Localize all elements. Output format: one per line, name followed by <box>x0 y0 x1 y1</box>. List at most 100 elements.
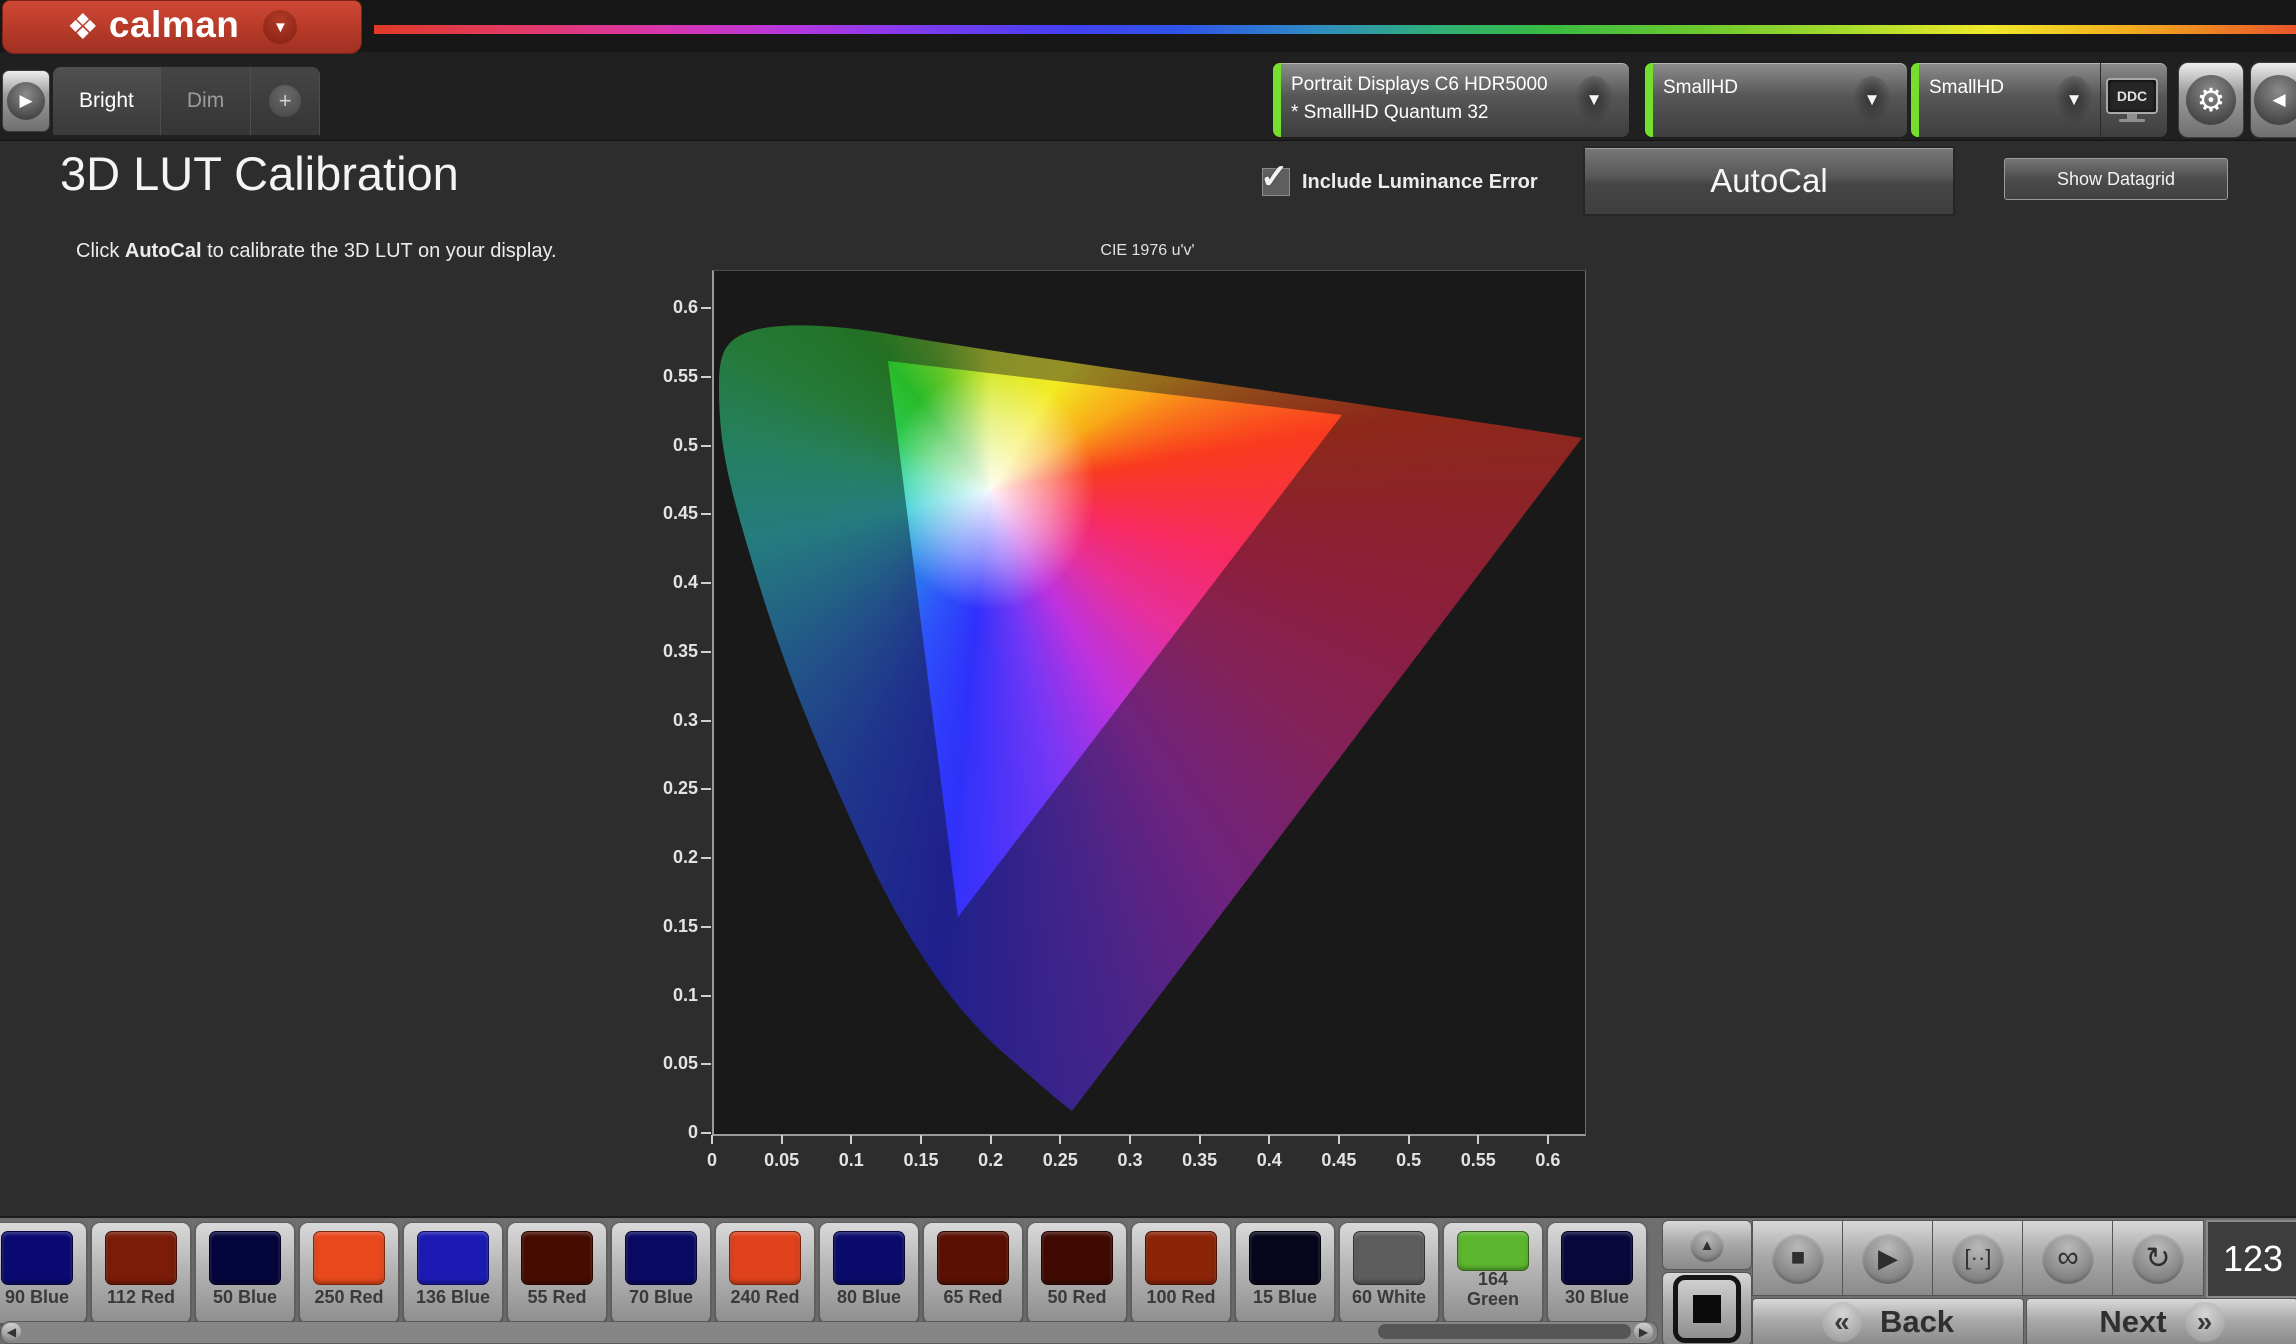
tab-add[interactable]: + <box>251 67 320 135</box>
rainbow-gradient-bar <box>374 25 2296 34</box>
y-axis-label: 0.45 <box>628 503 698 524</box>
x-axis-label: 0.15 <box>886 1150 956 1171</box>
y-axis-label: 0.2 <box>628 847 698 868</box>
swatch-scrollbar[interactable]: ◀ ▶ <box>0 1321 1658 1344</box>
play-button[interactable]: ▶ <box>1842 1220 1934 1296</box>
meter-dropdown-3[interactable]: SmallHD▼DDC <box>1910 62 2168 138</box>
x-axis-tick <box>1129 1135 1131 1144</box>
refresh-button[interactable]: ↻ <box>2112 1220 2204 1296</box>
pattern-swatch[interactable]: 250 Red <box>299 1222 399 1324</box>
chevron-left-icon: ◀ <box>2254 75 2296 125</box>
meter-line1: Portrait Displays C6 HDR5000 <box>1291 71 1569 99</box>
y-axis-tick <box>701 995 711 997</box>
instruction-text: Click AutoCal to calibrate the 3D LUT on… <box>76 240 557 263</box>
luminance-error-checkbox[interactable]: ✓ <box>1262 168 1290 196</box>
swatch-label: 250 Red <box>300 1287 398 1307</box>
swatch-color-chip <box>937 1231 1009 1285</box>
pattern-swatch[interactable]: 50 Blue <box>195 1222 295 1324</box>
pattern-swatch[interactable]: 100 Red <box>1131 1222 1231 1324</box>
swatch-label: 90 Blue <box>0 1287 86 1307</box>
swatch-color-chip <box>625 1231 697 1285</box>
loop-icon: ∞ <box>2042 1232 2094 1284</box>
swatch-label: 100 Red <box>1132 1287 1230 1307</box>
sidebar-expand-button[interactable]: ▶ <box>2 70 50 132</box>
swatch-color-chip <box>105 1231 177 1285</box>
y-axis-tick <box>701 720 711 722</box>
x-axis-tick <box>1268 1135 1270 1144</box>
tab-dim[interactable]: Dim <box>161 67 251 135</box>
instruction-prefix: Click <box>76 240 125 262</box>
x-axis-label: 0.55 <box>1443 1150 1513 1171</box>
y-axis-tick <box>701 788 711 790</box>
stop-button[interactable]: ■ <box>1752 1220 1844 1296</box>
pattern-swatch[interactable]: 136 Blue <box>403 1222 503 1324</box>
pattern-swatch[interactable]: 90 Blue <box>0 1222 87 1324</box>
settings-button[interactable]: ⚙ <box>2178 62 2244 138</box>
pattern-swatch[interactable]: 70 Blue <box>611 1222 711 1324</box>
loop-button[interactable]: ∞ <box>2022 1220 2114 1296</box>
x-axis-tick <box>1408 1135 1410 1144</box>
swatch-label: 240 Red <box>716 1287 814 1307</box>
y-axis-label: 0.6 <box>628 297 698 318</box>
x-axis-label: 0.1 <box>816 1150 886 1171</box>
swatch-label: 80 Blue <box>820 1287 918 1307</box>
pattern-window-button[interactable] <box>1662 1272 1752 1344</box>
scroll-up-button[interactable]: ▲ <box>1662 1220 1752 1270</box>
swatch-color-chip <box>209 1231 281 1285</box>
ddc-monitor-icon: DDC <box>2106 78 2158 114</box>
show-datagrid-button[interactable]: Show Datagrid <box>2004 158 2228 200</box>
range-button[interactable]: [··] <box>1932 1220 2024 1296</box>
swatch-label: 60 White <box>1340 1287 1438 1307</box>
swatch-color-chip <box>1041 1231 1113 1285</box>
pattern-swatch[interactable]: 164 Green <box>1443 1222 1543 1324</box>
scroll-right-button[interactable]: ▶ <box>1634 1323 1653 1340</box>
pattern-swatch[interactable]: 60 White <box>1339 1222 1439 1324</box>
pattern-swatch[interactable]: 15 Blue <box>1235 1222 1335 1324</box>
chart-plot <box>712 270 1586 1136</box>
meter-line2: * SmallHD Quantum 32 <box>1291 99 1569 127</box>
pattern-swatch[interactable]: 240 Red <box>715 1222 815 1324</box>
chart-title: CIE 1976 u'v' <box>712 242 1583 260</box>
x-axis-tick <box>1338 1135 1340 1144</box>
x-axis-tick <box>1477 1135 1479 1144</box>
x-axis-label: 0.45 <box>1304 1150 1374 1171</box>
logo-menu-chevron[interactable]: ▼ <box>263 10 297 44</box>
tab-bright[interactable]: Bright <box>53 67 161 135</box>
x-axis-label: 0.2 <box>956 1150 1026 1171</box>
y-axis-tick <box>701 376 711 378</box>
y-axis-label: 0.1 <box>628 985 698 1006</box>
swatch-color-chip <box>417 1231 489 1285</box>
scrollbar-thumb[interactable] <box>1378 1324 1631 1339</box>
pattern-swatch[interactable]: 65 Red <box>923 1222 1023 1324</box>
calman-menu-button[interactable]: ❖ calman ▼ <box>2 0 362 54</box>
pattern-swatch[interactable]: 80 Blue <box>819 1222 919 1324</box>
scroll-left-button[interactable]: ◀ <box>2 1323 21 1340</box>
back-button[interactable]: « Back <box>1752 1298 2024 1344</box>
pattern-swatch[interactable]: 30 Blue <box>1547 1222 1647 1324</box>
y-axis-label: 0.35 <box>628 641 698 662</box>
ddc-button[interactable]: DDC <box>2100 63 2163 137</box>
chevron-right-icon: ▶ <box>7 82 45 120</box>
meter-dropdown-1[interactable]: Portrait Displays C6 HDR5000* SmallHD Qu… <box>1272 62 1630 138</box>
meter-status-stripe <box>1911 63 1919 137</box>
swatch-color-chip <box>729 1231 801 1285</box>
tab-label: Bright <box>79 89 134 113</box>
next-label: Next <box>2099 1304 2166 1340</box>
next-button[interactable]: Next » <box>2026 1298 2296 1344</box>
panel-collapse-button[interactable]: ◀ <box>2250 62 2296 138</box>
swatch-label: 112 Red <box>92 1287 190 1307</box>
x-axis-label: 0.4 <box>1234 1150 1304 1171</box>
pattern-swatch[interactable]: 55 Red <box>507 1222 607 1324</box>
pattern-swatch[interactable]: 50 Red <box>1027 1222 1127 1324</box>
y-axis-tick <box>701 307 711 309</box>
pattern-swatch[interactable]: 112 Red <box>91 1222 191 1324</box>
swatch-label: 50 Red <box>1028 1287 1126 1307</box>
swatch-color-chip <box>1457 1231 1529 1271</box>
play-icon: ▶ <box>1862 1232 1914 1284</box>
ddc-base <box>2119 119 2145 122</box>
calman-logo-text: calman <box>109 4 240 46</box>
swatch-label: 30 Blue <box>1548 1287 1646 1307</box>
instruction-suffix: to calibrate the 3D LUT on your display. <box>202 240 557 262</box>
meter-dropdown-2[interactable]: SmallHD▼ <box>1644 62 1908 138</box>
autocal-button[interactable]: AutoCal <box>1583 146 1955 216</box>
